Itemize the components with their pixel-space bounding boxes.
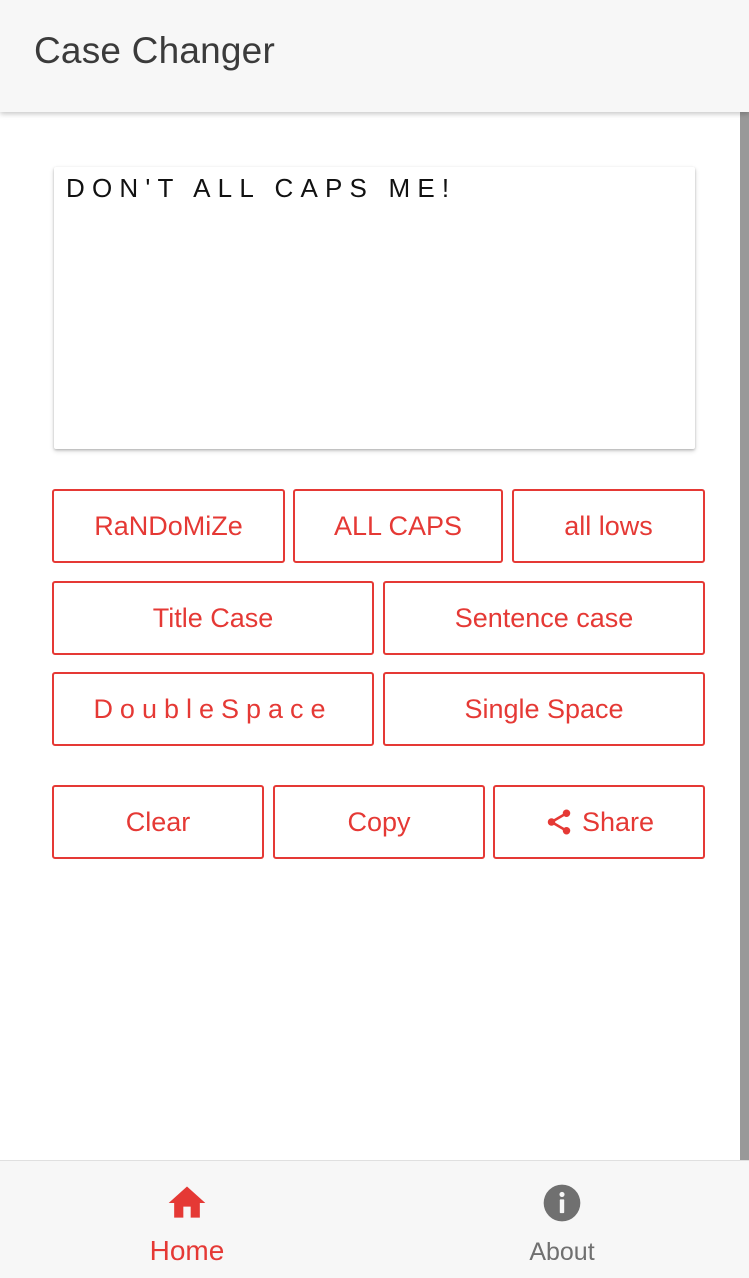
single-space-button[interactable]: Single Space (383, 672, 705, 746)
all-caps-button[interactable]: ALL CAPS (293, 489, 503, 563)
case-changer-app: Case Changer DON'T ALL CAPS ME! RaNDoMiZ… (0, 0, 749, 1278)
info-icon (543, 1184, 581, 1222)
clear-button[interactable]: Clear (52, 785, 264, 859)
sentence-case-button[interactable]: Sentence case (383, 581, 705, 655)
share-icon (547, 809, 571, 835)
nav-item-about-label: About (529, 1238, 595, 1266)
all-caps-button-label: ALL CAPS (333, 510, 463, 541)
text-input-area[interactable]: DON'T ALL CAPS ME! (54, 167, 695, 449)
double-space-button-label: DoubleSpace (93, 693, 333, 724)
app-bar: Case Changer (0, 0, 749, 112)
scrollbar[interactable] (740, 112, 749, 1160)
share-button-label: Share (581, 806, 655, 837)
text-input-value: DON'T ALL CAPS ME! (66, 173, 457, 203)
nav-item-home[interactable]: Home (0, 1161, 374, 1278)
share-button[interactable]: Share (493, 785, 705, 859)
clear-button-label: Clear (125, 806, 191, 837)
title-case-button[interactable]: Title Case (52, 581, 374, 655)
home-icon (168, 1186, 206, 1218)
nav-item-about[interactable]: About (375, 1161, 749, 1278)
randomize-button[interactable]: RaNDoMiZe (52, 489, 285, 563)
copy-button-label: Copy (347, 806, 411, 837)
single-space-button-label: Single Space (464, 693, 624, 724)
copy-button[interactable]: Copy (273, 785, 485, 859)
nav-item-home-label: Home (149, 1235, 225, 1266)
app-title: Case Changer (34, 30, 275, 71)
title-case-button-label: Title Case (152, 602, 274, 633)
all-lows-button[interactable]: all lows (512, 489, 705, 563)
randomize-button-label: RaNDoMiZe (94, 510, 243, 541)
all-lows-button-label: all lows (564, 510, 653, 541)
sentence-case-button-label: Sentence case (454, 602, 634, 633)
double-space-button[interactable]: DoubleSpace (52, 672, 374, 746)
bottom-navigation: Home About (0, 1160, 749, 1278)
